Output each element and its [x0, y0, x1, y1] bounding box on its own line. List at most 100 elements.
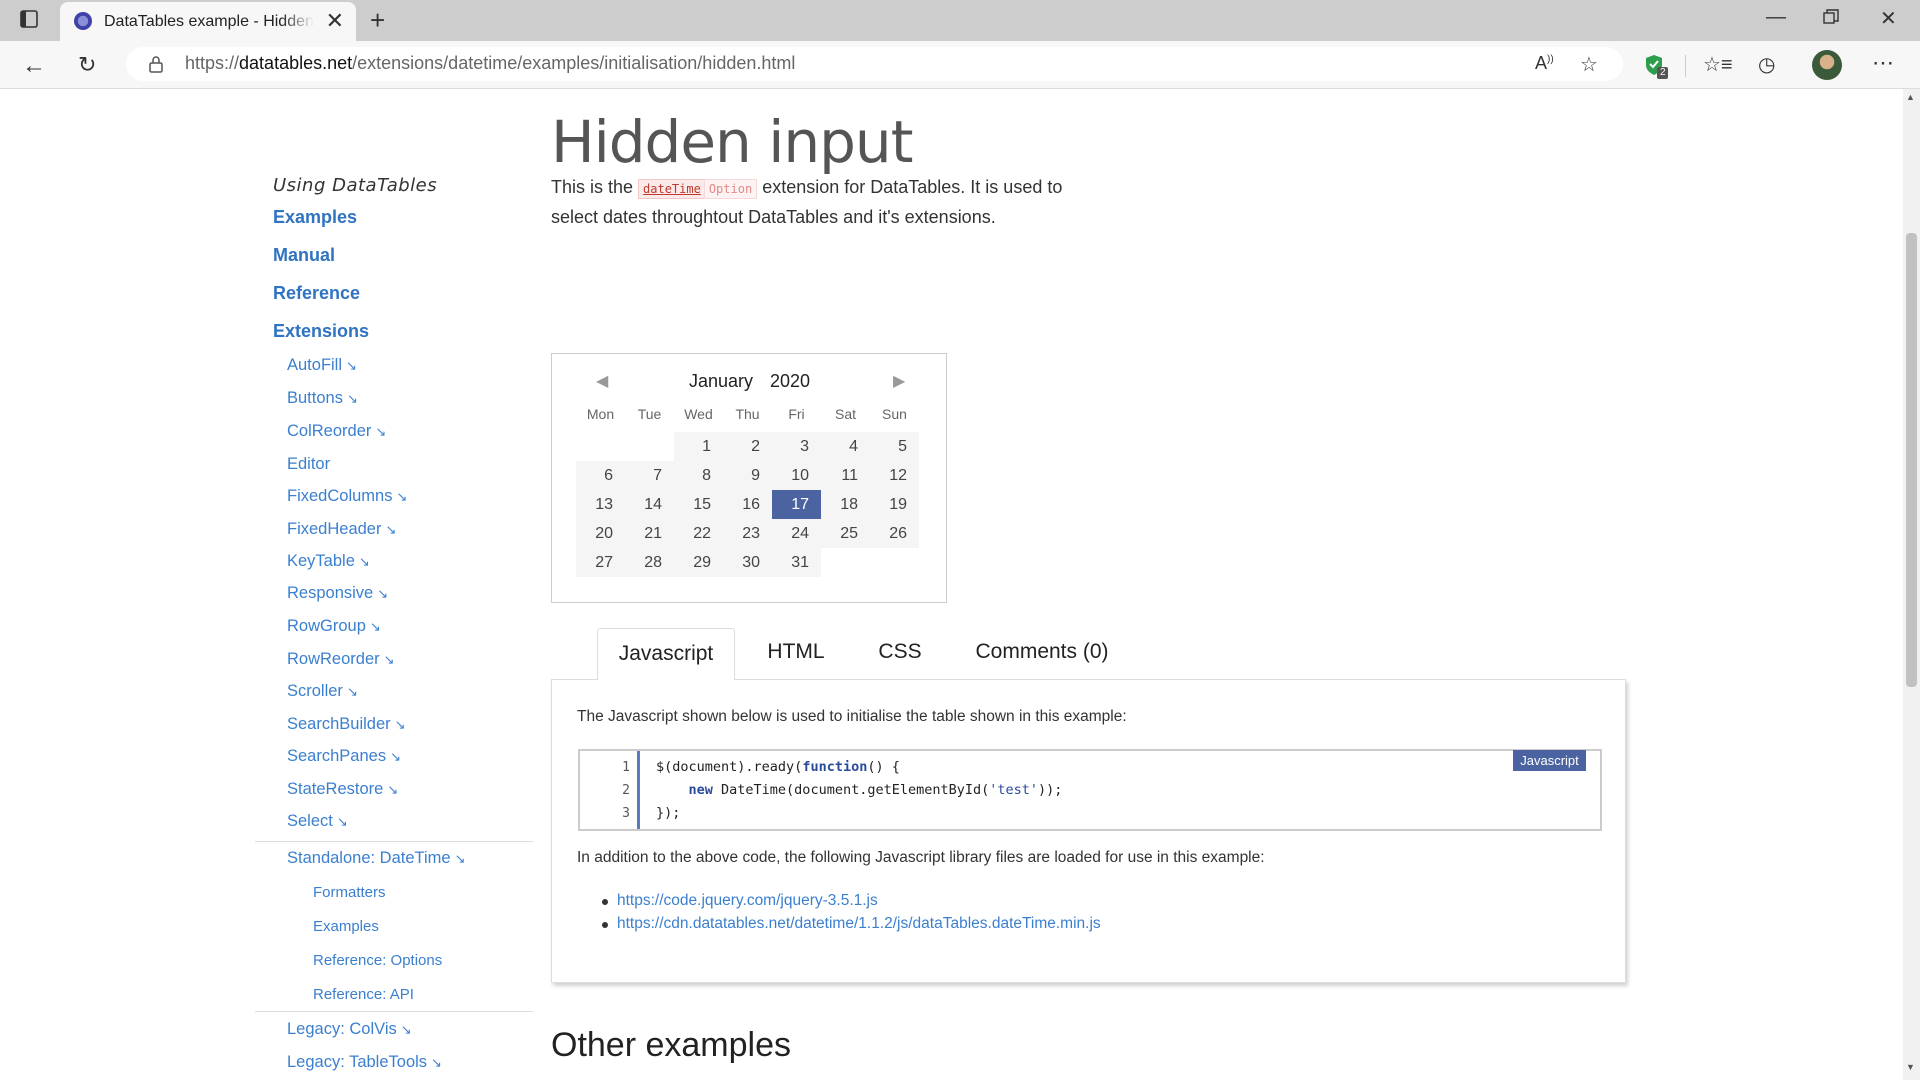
sidebar-link-manual[interactable]: Manual	[273, 245, 335, 266]
scrollbar-thumb[interactable]	[1906, 233, 1917, 687]
next-month-icon[interactable]: ▶	[893, 371, 905, 391]
calendar-day[interactable]: 21	[625, 519, 674, 548]
tab-html[interactable]: HTML	[749, 640, 843, 664]
toolbar-divider	[1685, 55, 1686, 77]
close-tab-icon[interactable]: ✕	[326, 8, 344, 34]
sidebar-item-searchpanes[interactable]: SearchPanes ↘	[287, 747, 401, 766]
calendar-day[interactable]: 18	[821, 490, 870, 519]
sidebar-link-reference[interactable]: Reference	[273, 283, 360, 304]
calendar-day[interactable]: 27	[576, 548, 625, 577]
external-arrow-icon: ↘	[358, 554, 370, 569]
history-icon[interactable]: ◷	[1758, 52, 1775, 77]
calendar-day[interactable]: 26	[870, 519, 919, 548]
extension-shield-icon[interactable]: 2	[1643, 53, 1669, 86]
lock-icon[interactable]	[148, 55, 164, 78]
sidebar-item-searchbuilder[interactable]: SearchBuilder ↘	[287, 715, 406, 734]
datetime-option-link[interactable]: dateTime	[638, 179, 706, 199]
sidebar-item-editor[interactable]: Editor	[287, 455, 330, 474]
sidebar-item-buttons[interactable]: Buttons ↘	[287, 389, 358, 408]
sidebar-item-standalone-datetime[interactable]: Standalone: DateTime ↘	[287, 849, 465, 868]
back-icon[interactable]: ←	[22, 52, 46, 80]
sidebar-item-fixedheader[interactable]: FixedHeader ↘	[287, 520, 396, 539]
calendar-day[interactable]: 3	[772, 432, 821, 461]
weekday-header: Fri	[788, 406, 805, 422]
calendar-day[interactable]: 23	[723, 519, 772, 548]
favorites-icon[interactable]: ☆≡	[1703, 52, 1733, 77]
calendar-day-selected[interactable]: 17	[772, 490, 821, 519]
scroll-up-arrow-icon[interactable]: ▲	[1906, 92, 1915, 102]
calendar-day[interactable]: 11	[821, 461, 870, 490]
sidebar-item-responsive[interactable]: Responsive ↘	[287, 584, 388, 603]
sidebar-item-label: Responsive	[287, 584, 374, 602]
sidebar-item-label: Select	[287, 812, 333, 830]
refresh-icon[interactable]: ↻	[78, 52, 96, 78]
sidebar-item-colreorder[interactable]: ColReorder ↘	[287, 422, 386, 441]
calendar-day[interactable]: 10	[772, 461, 821, 490]
language-badge: Javascript	[1513, 750, 1586, 771]
profile-avatar[interactable]	[1812, 50, 1842, 80]
sidebar-item-reference-api[interactable]: Reference: API	[313, 986, 414, 1003]
sidebar-item-formatters[interactable]: Formatters	[313, 884, 386, 901]
tab-css[interactable]: CSS	[862, 640, 938, 664]
tab-javascript[interactable]: Javascript	[597, 628, 735, 680]
tab-actions-icon[interactable]	[18, 8, 40, 36]
calendar-day[interactable]: 30	[723, 548, 772, 577]
calendar-day[interactable]: 5	[870, 432, 919, 461]
calendar-day[interactable]: 1	[674, 432, 723, 461]
site-favicon-icon	[74, 12, 92, 30]
sidebar-item-rowreorder[interactable]: RowReorder ↘	[287, 650, 395, 669]
calendar-day[interactable]: 29	[674, 548, 723, 577]
read-aloud-icon[interactable]: A))	[1535, 53, 1554, 74]
sidebar-item-examples[interactable]: Examples	[313, 918, 379, 935]
more-menu-icon[interactable]: ⋯	[1872, 50, 1894, 76]
tab-comments[interactable]: Comments (0)	[962, 640, 1122, 664]
sidebar-item-keytable[interactable]: KeyTable ↘	[287, 552, 370, 571]
sidebar-item-staterestore[interactable]: StateRestore ↘	[287, 780, 398, 799]
calendar-day[interactable]: 12	[870, 461, 919, 490]
calendar-day[interactable]: 28	[625, 548, 674, 577]
sidebar-item-reference-options[interactable]: Reference: Options	[313, 952, 442, 969]
minimize-icon[interactable]: —	[1766, 6, 1786, 29]
calendar-day[interactable]: 8	[674, 461, 723, 490]
browser-tab-active[interactable]: DataTables example - Hidden input ✕	[60, 2, 356, 41]
sidebar-item-rowgroup[interactable]: RowGroup ↘	[287, 617, 381, 636]
sidebar-item-select[interactable]: Select ↘	[287, 812, 348, 831]
calendar-day[interactable]: 4	[821, 432, 870, 461]
weekday-header: Mon	[586, 406, 615, 422]
calendar-day[interactable]: 6	[576, 461, 625, 490]
close-window-icon[interactable]: ✕	[1880, 6, 1897, 31]
extension-badge-count: 2	[1660, 67, 1666, 78]
code-block[interactable]: 1 2 3 $(document).ready(function() { new…	[578, 749, 1602, 831]
calendar-day[interactable]: 13	[576, 490, 625, 519]
calendar-day[interactable]: 31	[772, 548, 821, 577]
sidebar-link-extensions[interactable]: Extensions	[273, 321, 369, 342]
calendar-day[interactable]: 24	[772, 519, 821, 548]
calendar-day[interactable]: 7	[625, 461, 674, 490]
calendar-day[interactable]: 9	[723, 461, 772, 490]
calendar-day[interactable]: 15	[674, 490, 723, 519]
scroll-down-arrow-icon[interactable]: ▼	[1906, 1062, 1915, 1072]
calendar-day[interactable]: 16	[723, 490, 772, 519]
restore-icon[interactable]	[1822, 8, 1840, 32]
calendar-day[interactable]: 22	[674, 519, 723, 548]
sidebar-link-examples[interactable]: Examples	[273, 207, 357, 228]
url-text[interactable]: https://datatables.net/extensions/dateti…	[185, 53, 795, 74]
month-select[interactable]: January	[689, 371, 753, 392]
sidebar-item-legacy-tabletools[interactable]: Legacy: TableTools ↘	[287, 1053, 442, 1072]
add-favorite-icon[interactable]: ☆	[1580, 52, 1598, 77]
calendar-day[interactable]: 2	[723, 432, 772, 461]
sidebar-item-legacy-colvis[interactable]: Legacy: ColVis ↘	[287, 1020, 412, 1039]
calendar-day[interactable]: 25	[821, 519, 870, 548]
library-link-jquery[interactable]: https://code.jquery.com/jquery-3.5.1.js	[617, 892, 878, 910]
new-tab-icon[interactable]: +	[370, 5, 385, 36]
year-select[interactable]: 2020	[770, 371, 810, 392]
library-link-datetime[interactable]: https://cdn.datatables.net/datetime/1.1.…	[617, 915, 1101, 933]
prev-month-icon[interactable]: ◀	[596, 371, 608, 391]
calendar-day[interactable]: 19	[870, 490, 919, 519]
weekday-header: Thu	[735, 406, 760, 422]
calendar-day[interactable]: 20	[576, 519, 625, 548]
calendar-day[interactable]: 14	[625, 490, 674, 519]
sidebar-item-autofill[interactable]: AutoFill ↘	[287, 356, 357, 375]
sidebar-item-scroller[interactable]: Scroller ↘	[287, 682, 358, 701]
sidebar-item-fixedcolumns[interactable]: FixedColumns ↘	[287, 487, 407, 506]
